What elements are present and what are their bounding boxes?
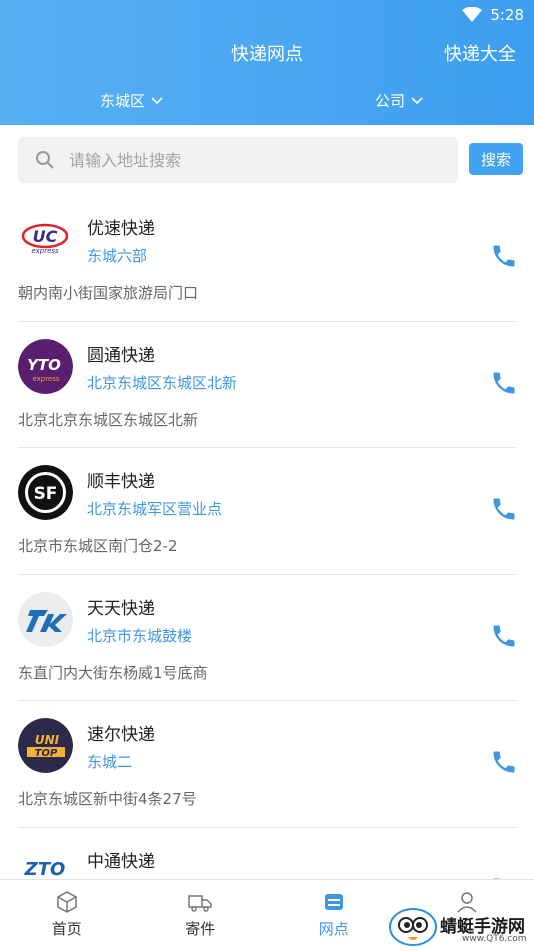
svg-text:ZTO: ZTO — [24, 859, 66, 880]
svg-text:SF: SF — [34, 484, 58, 504]
outlet-address: 东直门内大街东杨威1号底商 — [18, 662, 208, 683]
outlet-list: UC express 优速快递 东城六部 朝内南小街国家旅游局门口 YTO ex… — [0, 195, 534, 879]
filter-bar: 东城区 公司 — [0, 90, 534, 114]
phone-icon[interactable] — [490, 369, 518, 397]
tiantian-express-logo — [18, 592, 73, 647]
watermark-url: www.QT6.com — [462, 934, 527, 944]
search-row: 搜索 — [0, 125, 534, 195]
outlet-name: 中通快递 — [87, 847, 155, 872]
sf-express-logo: SF — [18, 465, 73, 520]
status-time: 5:28 — [490, 6, 524, 24]
outlet-address: 朝内南小街国家旅游局门口 — [18, 282, 198, 303]
outlet-branch: 东城二 — [87, 751, 132, 772]
district-filter-label: 东城区 — [100, 90, 145, 111]
phone-icon[interactable] — [490, 495, 518, 523]
outlet-address: 北京东城区新中街4条27号 — [18, 788, 197, 809]
chevron-down-icon — [151, 97, 163, 105]
svg-text:express: express — [31, 247, 59, 255]
tab-outlets[interactable]: 网点 — [267, 880, 401, 950]
status-bar: 5:28 — [462, 4, 524, 26]
svg-text:YTO: YTO — [27, 356, 61, 374]
tab-home[interactable]: 首页 — [0, 880, 134, 950]
svg-text:UC: UC — [33, 227, 58, 246]
outlet-address: 北京市东城区南门仓2-2 — [18, 535, 178, 556]
outlet-name: 顺丰快递 — [87, 467, 155, 492]
district-filter[interactable]: 东城区 — [100, 90, 163, 111]
chevron-down-icon — [411, 97, 423, 105]
tab-label: 首页 — [0, 918, 134, 939]
uc-express-logo: UC express — [18, 212, 73, 267]
outlet-branch: 北京东城区东城区北新 — [87, 372, 237, 393]
tab-label: 网点 — [267, 918, 401, 939]
express-all-link[interactable]: 快递大全 — [444, 40, 516, 66]
truck-icon — [187, 890, 213, 914]
list-item[interactable]: ZTO 中通快递 — [0, 828, 534, 880]
list-item[interactable]: UC express 优速快递 东城六部 朝内南小街国家旅游局门口 — [0, 195, 534, 322]
outlet-name: 速尔快递 — [87, 720, 155, 745]
header-bar: 5:28 快递网点 快递大全 东城区 公司 — [0, 0, 534, 125]
search-button[interactable]: 搜索 — [469, 143, 523, 175]
company-filter[interactable]: 公司 — [375, 90, 423, 111]
tab-label: 寄件 — [134, 918, 268, 939]
search-icon — [35, 150, 55, 170]
outlet-branch: 北京市东城鼓楼 — [87, 625, 192, 646]
outlet-name: 天天快递 — [87, 594, 155, 619]
unitop-express-logo: UNI TOP — [18, 718, 73, 773]
cube-icon — [55, 890, 79, 914]
outlet-branch: 东城六部 — [87, 245, 147, 266]
svg-text:express: express — [32, 375, 59, 383]
tab-send[interactable]: 寄件 — [134, 880, 268, 950]
outlet-name: 圆通快递 — [87, 341, 155, 366]
zto-express-logo: ZTO — [18, 845, 73, 880]
outlet-icon — [322, 890, 346, 914]
phone-icon[interactable] — [490, 748, 518, 776]
svg-text:TOP: TOP — [35, 748, 58, 759]
list-item[interactable]: YTO express 圆通快递 北京东城区东城区北新 北京北京东城区东城区北新 — [0, 322, 534, 449]
list-item[interactable]: UNI TOP 速尔快递 东城二 北京东城区新中街4条27号 — [0, 701, 534, 828]
outlet-branch: 北京东城军区营业点 — [87, 498, 222, 519]
search-box[interactable] — [18, 137, 458, 183]
company-filter-label: 公司 — [375, 90, 405, 111]
phone-icon[interactable] — [490, 242, 518, 270]
yto-express-logo: YTO express — [18, 339, 73, 394]
wifi-icon — [462, 7, 482, 23]
outlet-address: 北京北京东城区东城区北新 — [18, 409, 198, 430]
svg-text:UNI: UNI — [35, 733, 60, 747]
search-input[interactable] — [67, 150, 431, 171]
list-item[interactable]: SF 顺丰快递 北京东城军区营业点 北京市东城区南门仓2-2 — [0, 448, 534, 575]
outlet-name: 优速快递 — [87, 214, 155, 239]
phone-icon[interactable] — [490, 622, 518, 650]
list-item[interactable]: 天天快递 北京市东城鼓楼 东直门内大街东杨威1号底商 — [0, 575, 534, 702]
